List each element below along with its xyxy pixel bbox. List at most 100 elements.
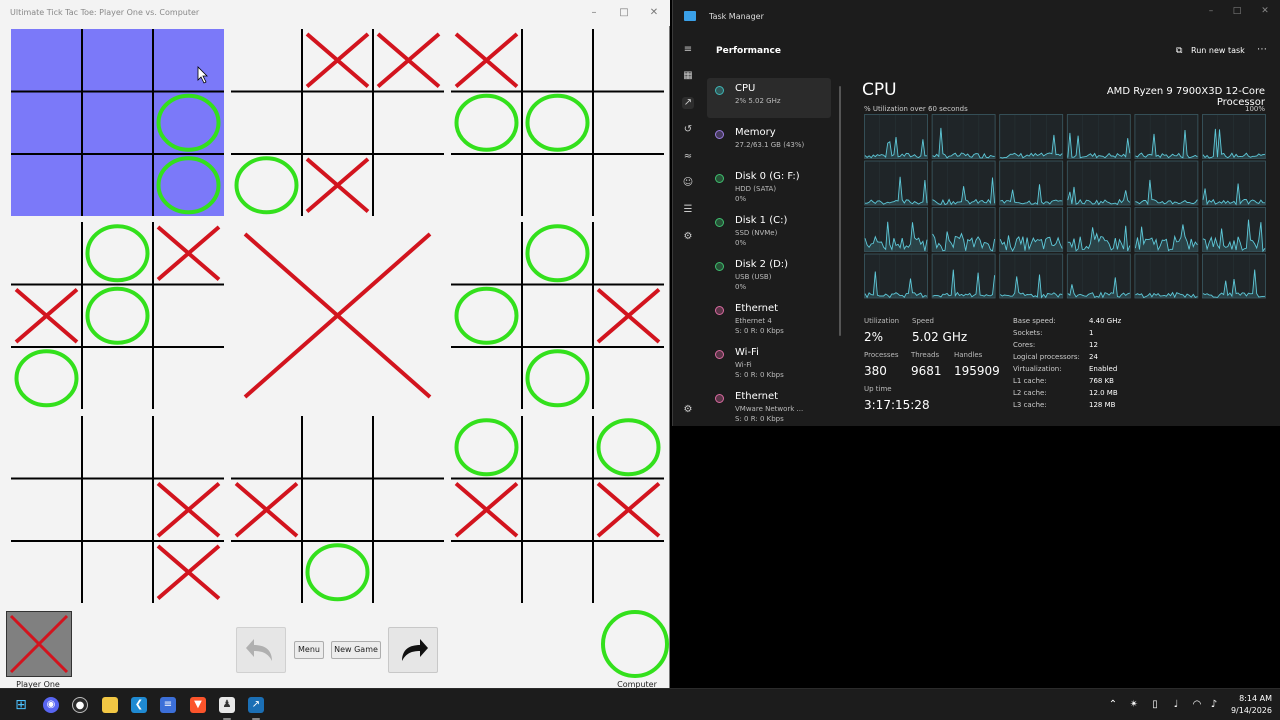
clock-date[interactable]: 9/14/2026 (1220, 706, 1272, 715)
board-cell[interactable] (522, 347, 593, 410)
board-cell[interactable] (451, 285, 522, 348)
board-cell[interactable] (82, 285, 153, 348)
run-new-task-button[interactable]: Run new task (1191, 46, 1245, 55)
board-cell[interactable] (302, 92, 373, 155)
volume-icon[interactable]: ♪ (1207, 698, 1221, 712)
resource-item-disk-1-c[interactable]: Disk 1 (C:) SSD (NVMe) 0% (707, 210, 831, 250)
resource-item-cpu[interactable]: CPU 2% 5.02 GHz (707, 78, 831, 118)
resource-item-disk-2-d[interactable]: Disk 2 (D:) USB (USB) 0% (707, 254, 831, 294)
board-cell[interactable] (11, 92, 82, 155)
file-explorer-icon[interactable] (102, 697, 118, 713)
menu-button[interactable]: Menu (294, 641, 324, 659)
board-cell[interactable] (373, 154, 444, 217)
board-cell[interactable] (451, 541, 522, 604)
board-cell[interactable] (593, 29, 664, 92)
board-cell[interactable] (153, 416, 224, 479)
board-cell[interactable] (373, 541, 444, 604)
board-cell[interactable] (522, 154, 593, 217)
board-cell[interactable] (153, 154, 224, 217)
board-cell[interactable] (451, 347, 522, 410)
board-cell[interactable] (522, 541, 593, 604)
board-cell[interactable] (11, 29, 82, 92)
board-cell[interactable] (373, 92, 444, 155)
board-cell[interactable] (593, 347, 664, 410)
board-cell[interactable] (302, 416, 373, 479)
board-cell[interactable] (522, 92, 593, 155)
board-cell[interactable] (593, 92, 664, 155)
board-cell[interactable] (522, 29, 593, 92)
notes-icon[interactable]: ≡ (160, 697, 176, 713)
hamburger-icon[interactable]: ≡ (682, 44, 694, 56)
settings-icon[interactable]: ⚙ (682, 404, 694, 416)
password-manager-icon[interactable]: ● (72, 697, 88, 713)
board-cell[interactable] (593, 416, 664, 479)
board-cell[interactable] (153, 29, 224, 92)
resource-item-ethernet[interactable]: Ethernet Ethernet 4 S: 0 R: 0 Kbps (707, 298, 831, 338)
clock-time[interactable]: 8:14 AM (1226, 694, 1272, 703)
board-cell[interactable] (153, 92, 224, 155)
resource-item-memory[interactable]: Memory 27.2/63.1 GB (43%) (707, 122, 831, 162)
performance-icon[interactable]: ↗ (682, 97, 694, 109)
board-cell[interactable] (522, 285, 593, 348)
tm-minimize-icon[interactable]: – (1197, 6, 1225, 16)
board-cell[interactable] (451, 416, 522, 479)
board-cell[interactable] (593, 541, 664, 604)
resource-item-ethernet[interactable]: Ethernet VMware Network ... S: 0 R: 0 Kbps (707, 386, 831, 426)
board-cell[interactable] (153, 347, 224, 410)
processes-icon[interactable]: ▦ (682, 70, 694, 82)
start-icon[interactable]: ⊞ (13, 697, 29, 713)
board-cell[interactable] (82, 154, 153, 217)
board-cell[interactable] (522, 222, 593, 285)
board-cell[interactable] (82, 222, 153, 285)
board-cell[interactable] (373, 416, 444, 479)
redo-button[interactable] (388, 627, 438, 673)
wifi-icon[interactable]: ◠ (1190, 698, 1204, 712)
board-cell[interactable] (153, 285, 224, 348)
tm-maximize-icon[interactable]: □ (1223, 6, 1251, 16)
tm-close-icon[interactable]: ✕ (1251, 6, 1279, 16)
undo-button[interactable] (236, 627, 286, 673)
microphone-icon[interactable]: ♩ (1169, 698, 1183, 712)
board-cell[interactable] (522, 416, 593, 479)
board-cell[interactable] (82, 541, 153, 604)
board-cell[interactable] (11, 416, 82, 479)
board-cell[interactable] (82, 92, 153, 155)
board-cell[interactable] (231, 92, 302, 155)
board-cell[interactable] (11, 479, 82, 542)
board-cell[interactable] (231, 416, 302, 479)
users-icon[interactable]: ☺ (682, 177, 694, 189)
battery-icon[interactable]: ▯ (1148, 698, 1162, 712)
details-icon[interactable]: ☰ (682, 204, 694, 216)
bug-icon[interactable]: ✴ (1127, 698, 1141, 712)
board-cell[interactable] (11, 222, 82, 285)
board-cell[interactable] (11, 347, 82, 410)
discord-icon[interactable]: ◉ (43, 697, 59, 713)
vscode-icon[interactable]: ❮ (131, 697, 147, 713)
startup-apps-icon[interactable]: ≈ (682, 151, 694, 163)
board-cell[interactable] (451, 154, 522, 217)
board-cell[interactable] (451, 222, 522, 285)
board-cell[interactable] (302, 479, 373, 542)
game-icon[interactable]: ♟ (219, 697, 235, 713)
app-history-icon[interactable]: ↺ (682, 124, 694, 136)
resource-list-scrollbar[interactable] (839, 86, 841, 336)
resource-item-disk-0-g-f[interactable]: Disk 0 (G: F:) HDD (SATA) 0% (707, 166, 831, 206)
board-cell[interactable] (82, 29, 153, 92)
brave-icon[interactable]: ▼ (190, 697, 206, 713)
board-cell[interactable] (11, 541, 82, 604)
more-options-icon[interactable]: ⋯ (1257, 44, 1267, 55)
board-cell[interactable] (302, 541, 373, 604)
board-cell[interactable] (522, 479, 593, 542)
board-cell[interactable] (593, 154, 664, 217)
board-cell[interactable] (231, 154, 302, 217)
board-cell[interactable] (82, 347, 153, 410)
task-manager-icon[interactable]: ↗ (248, 697, 264, 713)
board-cell[interactable] (451, 92, 522, 155)
chevron-up-icon[interactable]: ⌃ (1106, 698, 1120, 712)
board-cell[interactable] (82, 416, 153, 479)
board-cell[interactable] (11, 154, 82, 217)
new-game-button[interactable]: New Game (331, 641, 381, 659)
board-cell[interactable] (82, 479, 153, 542)
services-icon[interactable]: ⚙ (682, 231, 694, 243)
board-cell[interactable] (593, 222, 664, 285)
